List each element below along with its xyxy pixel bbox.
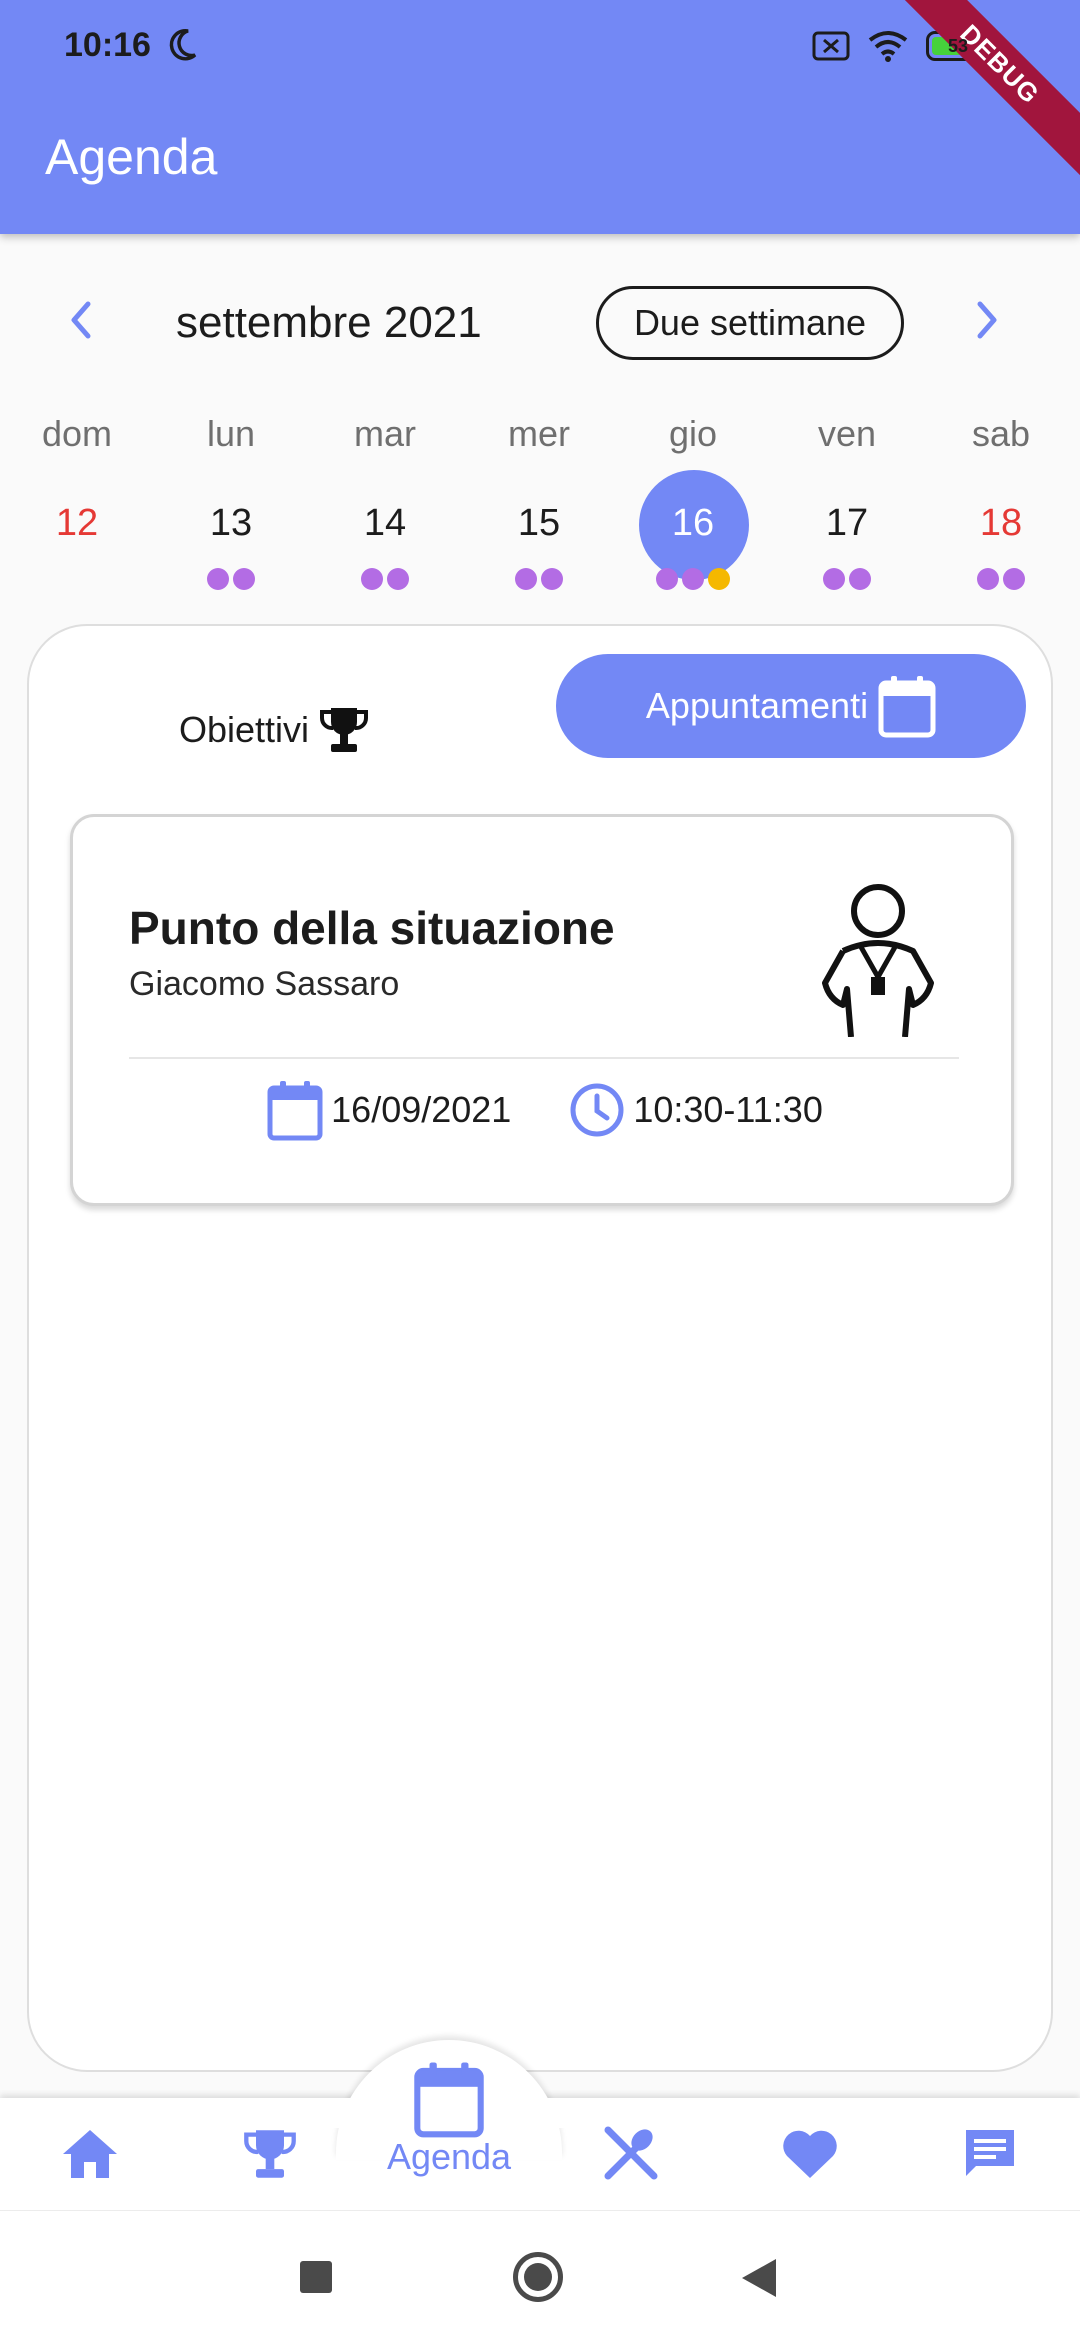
event-dot [849,568,871,590]
calendar-icon [878,676,936,738]
weekday-fri: ven [817,413,877,454]
status-time: 10:16 [64,26,151,64]
fork-spoon-icon [604,2126,658,2180]
home-icon [63,2130,117,2178]
appointment-date: 16/09/2021 [331,1089,512,1130]
event-dot [977,568,999,590]
card-divider [129,1057,959,1059]
chevron-left-icon[interactable] [68,300,92,340]
nav-agenda[interactable]: Agenda [374,2060,524,2178]
system-navigation-bar [0,2210,1080,2340]
status-bar: 10:16 53 [0,0,1080,100]
back-button[interactable] [742,2259,776,2297]
trophy-icon [244,2130,296,2178]
clock-icon [570,1083,624,1137]
appointment-title: Punto della situazione [129,902,615,954]
tab-appointments[interactable]: Appuntamenti [556,654,1026,758]
appointment-card[interactable]: Punto della situazione Giacomo Sassaro 1… [70,814,1014,1206]
trophy-icon [320,708,369,752]
tab-appointments-label: Appuntamenti [645,685,869,726]
recents-button[interactable] [300,2261,332,2293]
nav-goals[interactable] [210,2126,330,2182]
calendar-icon [267,1081,323,1141]
tab-goals[interactable]: Obiettivi [179,680,369,780]
day-cell-15[interactable]: 15 [462,502,616,545]
event-dot [1003,568,1025,590]
do-not-disturb-icon [169,29,197,61]
appointment-meta: 16/09/2021 10:30-11:30 [73,1079,1017,1141]
event-dot [387,568,409,590]
chat-icon [966,2130,1014,2176]
month-label: settembre 2021 [176,298,482,347]
content-panel: Obiettivi Appuntamenti Punto della situa… [27,624,1053,2072]
appointment-person: Giacomo Sassaro [129,965,400,1003]
nav-health[interactable] [750,2128,870,2180]
home-button[interactable] [513,2252,563,2302]
event-dot [656,568,678,590]
weekday-wed: mer [508,413,570,454]
event-dot [233,568,255,590]
event-dot [823,568,845,590]
wifi-icon [868,31,908,62]
event-dot-highlight [708,568,730,590]
event-markers-17 [770,568,924,590]
event-dot [541,568,563,590]
event-markers-14 [308,568,462,590]
day-cell-12[interactable]: 12 [0,502,154,545]
event-dot [361,568,383,590]
calendar-header: settembre 2021 Due settimane [0,280,1080,366]
event-dot [682,568,704,590]
calendar-format-button[interactable]: Due settimane [596,286,904,360]
event-dot [207,568,229,590]
appointment-time: 10:30-11:30 [633,1089,823,1130]
event-dot [515,568,537,590]
weekday-sun: dom [41,413,113,454]
event-markers-18 [924,568,1078,590]
nav-nutrition[interactable] [570,2126,690,2182]
weekday-thu: gio [668,413,718,454]
heart-icon [783,2130,837,2178]
event-markers-15 [462,568,616,590]
calendar-icon [414,2062,484,2138]
event-markers-13 [154,568,308,590]
tab-goals-label: Obiettivi [179,709,310,750]
nav-home[interactable] [30,2128,150,2180]
weekday-mon: lun [206,413,256,454]
doctor-icon [822,884,934,1037]
sim-off-icon [812,31,850,61]
weekday-tue: mar [354,413,416,454]
day-cell-13[interactable]: 13 [154,502,308,545]
weekday-sat: sab [971,413,1031,454]
day-cell-17[interactable]: 17 [770,502,924,545]
nav-messages[interactable] [930,2126,1050,2182]
nav-agenda-label: Agenda [386,2136,512,2177]
day-cell-14[interactable]: 14 [308,502,462,545]
app-bar: 10:16 53 Agenda DEBUG [0,0,1080,234]
page-title: Agenda [45,129,218,185]
chevron-right-icon[interactable] [976,300,1000,340]
day-cell-16[interactable]: 16 [616,502,770,545]
day-cell-18[interactable]: 18 [924,502,1078,545]
event-markers-16 [616,568,770,590]
